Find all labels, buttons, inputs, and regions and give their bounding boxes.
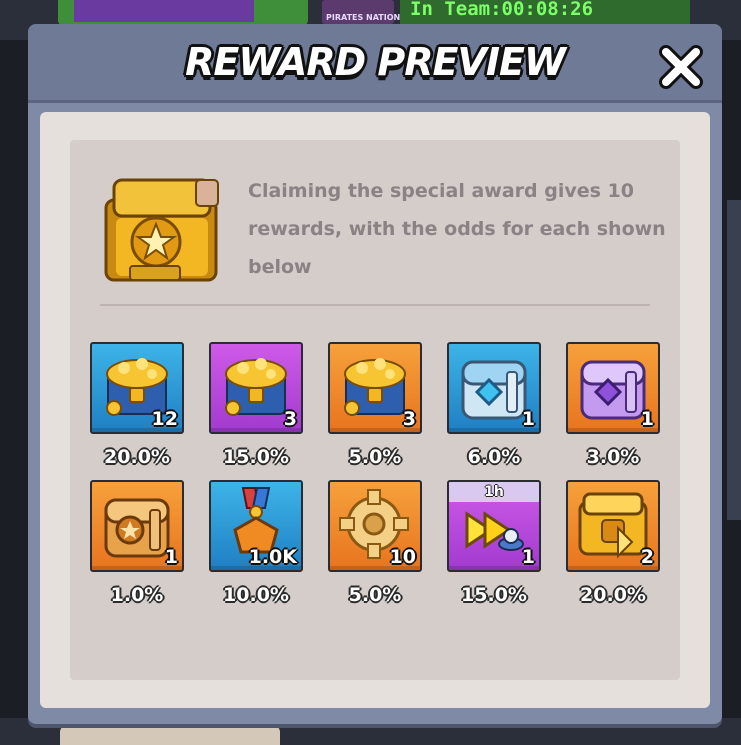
background-side-strip <box>727 200 741 520</box>
background-building-tile <box>58 0 308 26</box>
team-timer-bar: In Team:00:08:26 <box>400 0 690 26</box>
reward-count: 1 <box>521 408 535 430</box>
background-badge: PIRATES NATION <box>322 0 400 24</box>
reward-tile[interactable]: 10 <box>328 480 422 572</box>
reward-tile[interactable]: 12 <box>90 342 184 434</box>
reward-tile[interactable]: 1.0K <box>209 480 303 572</box>
reward-tile[interactable]: 3 <box>328 342 422 434</box>
reward-item[interactable]: 1h 1 15.0% <box>447 480 543 606</box>
reward-tile[interactable]: 3 <box>209 342 303 434</box>
reward-odds: 20.0% <box>104 446 170 468</box>
reward-item[interactable]: 12 20.0% <box>90 342 186 468</box>
reward-item[interactable]: 1 3.0% <box>566 342 662 468</box>
reward-count: 12 <box>151 408 178 430</box>
reward-item[interactable]: 1 6.0% <box>447 342 543 468</box>
reward-item[interactable]: 3 15.0% <box>209 342 305 468</box>
reward-count: 2 <box>640 546 654 568</box>
reward-count: 1 <box>164 546 178 568</box>
reward-odds: 15.0% <box>223 446 289 468</box>
modal-title: REWARD PREVIEW <box>185 40 566 84</box>
reward-count: 3 <box>402 408 416 430</box>
reward-preview-modal: REWARD PREVIEW Claiming the special awar… <box>28 24 722 724</box>
reward-odds: 20.0% <box>580 584 646 606</box>
reward-odds: 1.0% <box>110 584 164 606</box>
reward-tile[interactable]: 1 <box>90 480 184 572</box>
modal-body: Claiming the special award gives 10 rewa… <box>40 112 710 708</box>
reward-item[interactable]: 10 5.0% <box>328 480 424 606</box>
reward-item[interactable]: 3 5.0% <box>328 342 424 468</box>
reward-tile[interactable]: 1h 1 <box>447 480 541 572</box>
reward-item[interactable]: 1 1.0% <box>90 480 186 606</box>
reward-info-panel: Claiming the special award gives 10 rewa… <box>70 140 680 680</box>
reward-tile[interactable]: 1 <box>447 342 541 434</box>
reward-odds: 5.0% <box>348 584 402 606</box>
reward-count: 3 <box>283 408 297 430</box>
close-button[interactable] <box>656 44 706 90</box>
reward-odds: 15.0% <box>461 584 527 606</box>
reward-count: 1 <box>521 546 535 568</box>
reward-odds: 10.0% <box>223 584 289 606</box>
reward-count: 10 <box>389 546 416 568</box>
reward-count: 1 <box>640 408 654 430</box>
reward-description: Claiming the special award gives 10 rewa… <box>248 180 666 278</box>
close-icon <box>659 45 703 89</box>
divider <box>100 304 650 306</box>
reward-item[interactable]: 1.0K 10.0% <box>209 480 305 606</box>
reward-odds: 6.0% <box>467 446 521 468</box>
reward-odds: 3.0% <box>586 446 640 468</box>
reward-count: 1.0K <box>248 546 297 568</box>
reward-odds: 5.0% <box>348 446 402 468</box>
reward-tile[interactable]: 2 <box>566 480 660 572</box>
team-timer-text: In Team:00:08:26 <box>410 0 594 20</box>
reward-tile[interactable]: 1 <box>566 342 660 434</box>
reward-item[interactable]: 2 20.0% <box>566 480 662 606</box>
golden-special-chest-icon <box>104 178 219 282</box>
modal-header: REWARD PREVIEW <box>28 24 722 103</box>
